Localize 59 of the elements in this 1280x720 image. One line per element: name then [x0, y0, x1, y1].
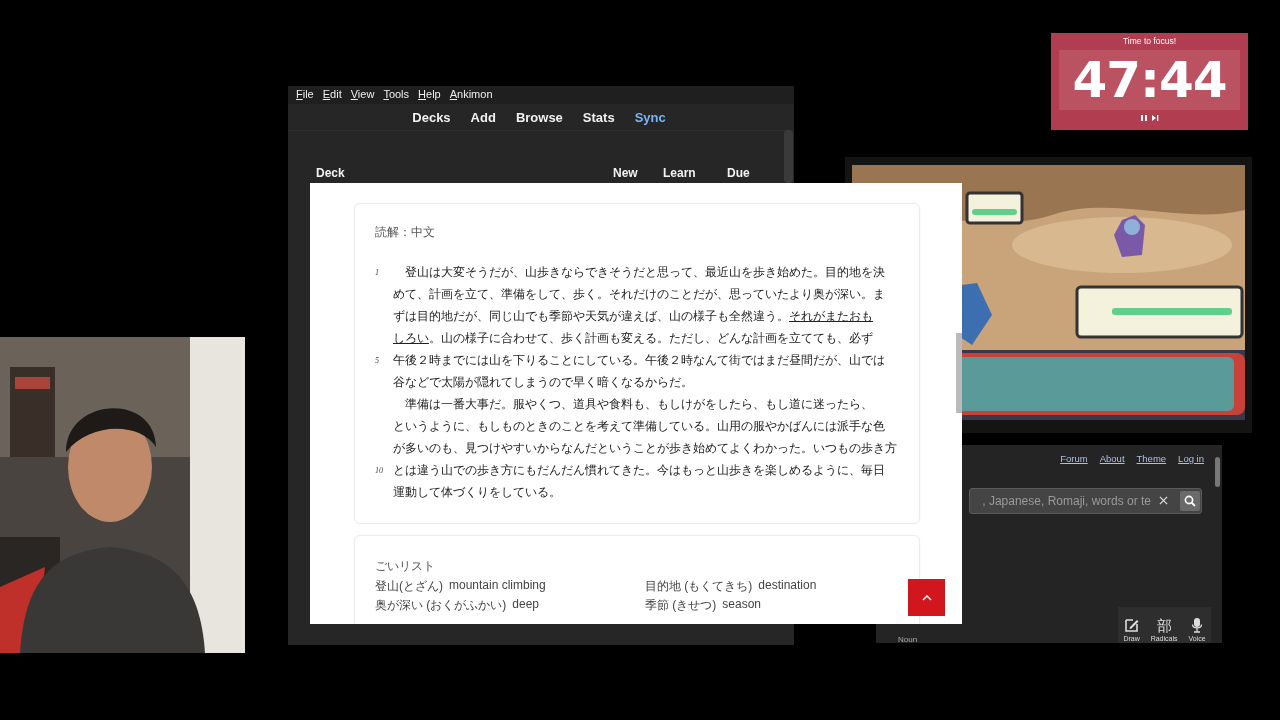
- column-header: New: [613, 166, 639, 180]
- line-number: 1: [375, 267, 380, 277]
- toolbar-link[interactable]: Decks: [412, 109, 451, 125]
- passage-line: 運動して体づくりをしている。: [393, 483, 561, 501]
- passage-line: 準備は一番大事だ。服やくつ、道具や食料も、もしけがをしたら、もし道に迷ったら、: [404, 395, 873, 413]
- menu-item[interactable]: View: [350, 88, 375, 104]
- radical-glyph[interactable]: 部: [1156, 617, 1172, 634]
- vocab-term: 奥が深い (おくがふかい): [375, 597, 507, 614]
- passage-line: 登山は大変そうだが、山歩きならできそうだと思って、最近山を歩き始めた。目的地を決: [404, 263, 885, 281]
- vocab-meaning: destination: [758, 578, 817, 594]
- vocab-meaning: season: [722, 597, 762, 613]
- microphone-icon[interactable]: [1189, 617, 1205, 633]
- menu-item[interactable]: Ankimon: [449, 88, 493, 104]
- menu-item[interactable]: File: [296, 88, 314, 104]
- timer-caption: Time to focus!: [1122, 36, 1177, 46]
- menu-item[interactable]: Edit: [322, 88, 342, 104]
- passage-line: というように、もしものときのことを考えて準備している。山用の服やかばんには派手な色: [393, 417, 885, 435]
- scrollbar[interactable]: [1215, 457, 1220, 487]
- passage-line: とは違う山での歩き方にもだんだん慣れてきた。今はもっと山歩きを楽しめるように、毎日: [393, 461, 885, 479]
- vocab-term: 季節 (きせつ): [645, 597, 717, 614]
- vocab-term: 目的地 (もくてきち): [645, 578, 753, 595]
- pause-icon[interactable]: [1140, 114, 1148, 122]
- passage-line: 午後２時までには山を下りることにしている。午後２時なんて街ではまだ昼間だが、山では: [393, 351, 885, 369]
- search-field[interactable]: , Japanese, Romaji, words or te: [969, 488, 1202, 514]
- vocab-meaning: mountain climbing: [449, 578, 546, 594]
- toolbar-link[interactable]: Sync: [634, 109, 666, 125]
- nav-link[interactable]: Log in: [1178, 453, 1204, 464]
- menu-item[interactable]: Help: [418, 88, 441, 104]
- section-title: 読解：中文: [375, 224, 436, 241]
- caret-icon: [921, 594, 932, 601]
- passage-line: 谷などで太陽が隠れてしまうので早く暗くなるからだ。: [393, 373, 693, 391]
- scrollbar[interactable]: [956, 333, 962, 413]
- passage-line: が多いのも、見つけやすいからなんだということが歩き始めてよくわかった。いつもの歩き方: [393, 439, 897, 457]
- nav-link[interactable]: Forum: [1060, 453, 1088, 464]
- section-title: ごいリスト: [375, 558, 436, 575]
- column-header: Deck: [316, 166, 346, 180]
- passage-line: ずは目的地だが、同じ山でも季節や天気が違えば、山の様子も全然違う。それがまたおも: [393, 307, 873, 325]
- search-icon: [1184, 495, 1196, 507]
- vocab-term: 登山(とざん): [375, 578, 443, 595]
- close-icon[interactable]: [1159, 496, 1168, 505]
- vocab-meaning: deep: [512, 597, 540, 613]
- line-number: 10: [375, 465, 384, 475]
- passage-line: めて、計画を立て、準備をして、歩く。それだけのことだが、思っていたより奥が深い。ま: [393, 285, 885, 303]
- column-header: Learn: [663, 166, 697, 180]
- toolbar-link[interactable]: Stats: [582, 109, 615, 125]
- line-number: 5: [375, 355, 380, 365]
- skip-icon[interactable]: [1151, 114, 1159, 122]
- scrollbar[interactable]: [784, 130, 793, 183]
- search-button[interactable]: [1180, 491, 1200, 511]
- menu-item[interactable]: Tools: [383, 88, 410, 104]
- timer-display: 47:44: [1072, 51, 1227, 109]
- column-header: Due: [727, 166, 750, 180]
- toolbar-link[interactable]: Browse: [515, 109, 563, 125]
- nav-link[interactable]: Theme: [1136, 453, 1167, 464]
- toolbar-link[interactable]: Add: [470, 109, 496, 125]
- pencil-icon[interactable]: [1123, 617, 1140, 633]
- nav-link[interactable]: About: [1099, 453, 1125, 464]
- word-tag: Noun: [898, 635, 918, 644]
- passage-line: しろい。山の様子に合わせて、歩く計画も変える。ただし、どんな計画を立てても、必ず: [393, 329, 873, 347]
